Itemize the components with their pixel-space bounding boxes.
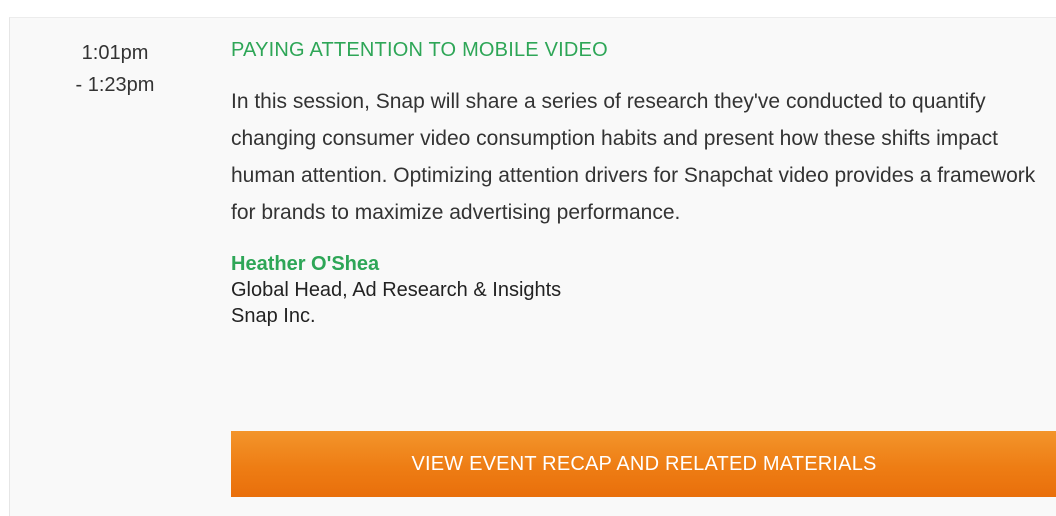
speaker-role: Global Head, Ad Research & Insights	[231, 279, 562, 301]
speaker-organization: Snap Inc.	[231, 305, 316, 327]
session-description: In this session, Snap will share a serie…	[231, 90, 1036, 224]
speaker-block: Heather O'Shea Global Head, Ad Research …	[231, 251, 1056, 329]
view-event-recap-button[interactable]: VIEW EVENT RECAP AND RELATED MATERIALS	[231, 431, 1056, 497]
session-time-start: 1:01pm	[81, 42, 149, 64]
session-title: PAYING ATTENTION TO MOBILE VIDEO	[231, 39, 608, 61]
agenda-page: 1:01pm - 1:23pm PAYING ATTENTION TO MOBI…	[0, 0, 1056, 516]
session-card: 1:01pm - 1:23pm PAYING ATTENTION TO MOBI…	[9, 17, 1056, 516]
session-time-end: - 1:23pm	[75, 74, 155, 96]
session-content: PAYING ATTENTION TO MOBILE VIDEO In this…	[231, 37, 1056, 329]
speaker-name: Heather O'Shea	[231, 253, 380, 275]
session-time: 1:01pm - 1:23pm	[10, 37, 220, 101]
